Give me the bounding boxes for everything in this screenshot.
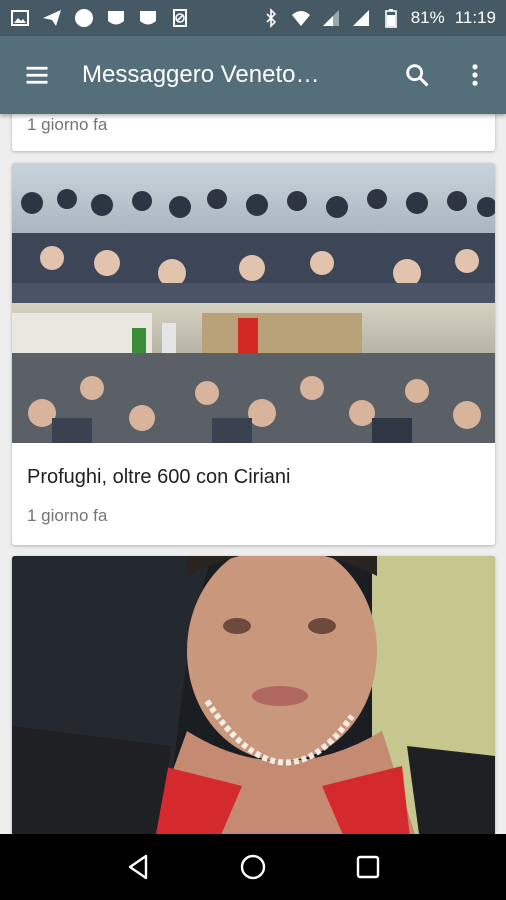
- no-sim-icon: [170, 8, 190, 28]
- news-feed: 1 giorno fa Profughi, oltre 600 con Ciri…: [0, 114, 506, 834]
- card-timestamp: 1 giorno fa: [27, 115, 108, 134]
- signal-icon: [351, 8, 371, 28]
- back-icon[interactable]: [118, 847, 158, 887]
- shield-icon: [106, 8, 126, 28]
- app-bar: Messaggero Veneto…: [0, 36, 506, 114]
- circle-icon: [74, 8, 94, 28]
- crowd-photo: [12, 163, 495, 443]
- send-icon: [42, 8, 62, 28]
- image-icon: [10, 8, 30, 28]
- search-icon[interactable]: [402, 60, 432, 90]
- recents-icon[interactable]: [348, 847, 388, 887]
- home-icon[interactable]: [233, 847, 273, 887]
- bluetooth-icon: [261, 8, 281, 28]
- menu-icon[interactable]: [22, 60, 52, 90]
- shield-icon: [138, 8, 158, 28]
- wifi-icon: [291, 8, 311, 28]
- news-card[interactable]: [12, 556, 495, 834]
- status-bar: 81% 11:19: [0, 0, 506, 36]
- status-left-icons: [10, 8, 190, 28]
- news-card[interactable]: Profughi, oltre 600 con Ciriani 1 giorno…: [12, 163, 495, 545]
- card-timestamp: 1 giorno fa: [27, 506, 108, 525]
- overflow-menu-icon[interactable]: [460, 60, 490, 90]
- app-title: Messaggero Veneto…: [82, 61, 320, 88]
- clock: 11:19: [454, 8, 496, 27]
- battery-percent: 81%: [410, 8, 445, 27]
- system-nav-bar: [0, 834, 506, 900]
- news-card[interactable]: 1 giorno fa: [12, 114, 495, 151]
- card-title: Profughi, oltre 600 con Ciriani: [27, 466, 291, 488]
- signal-icon: [321, 8, 341, 28]
- woman-portrait-photo: [12, 556, 495, 834]
- battery-icon: [381, 8, 401, 28]
- status-right-icons: 81% 11:19: [261, 8, 496, 28]
